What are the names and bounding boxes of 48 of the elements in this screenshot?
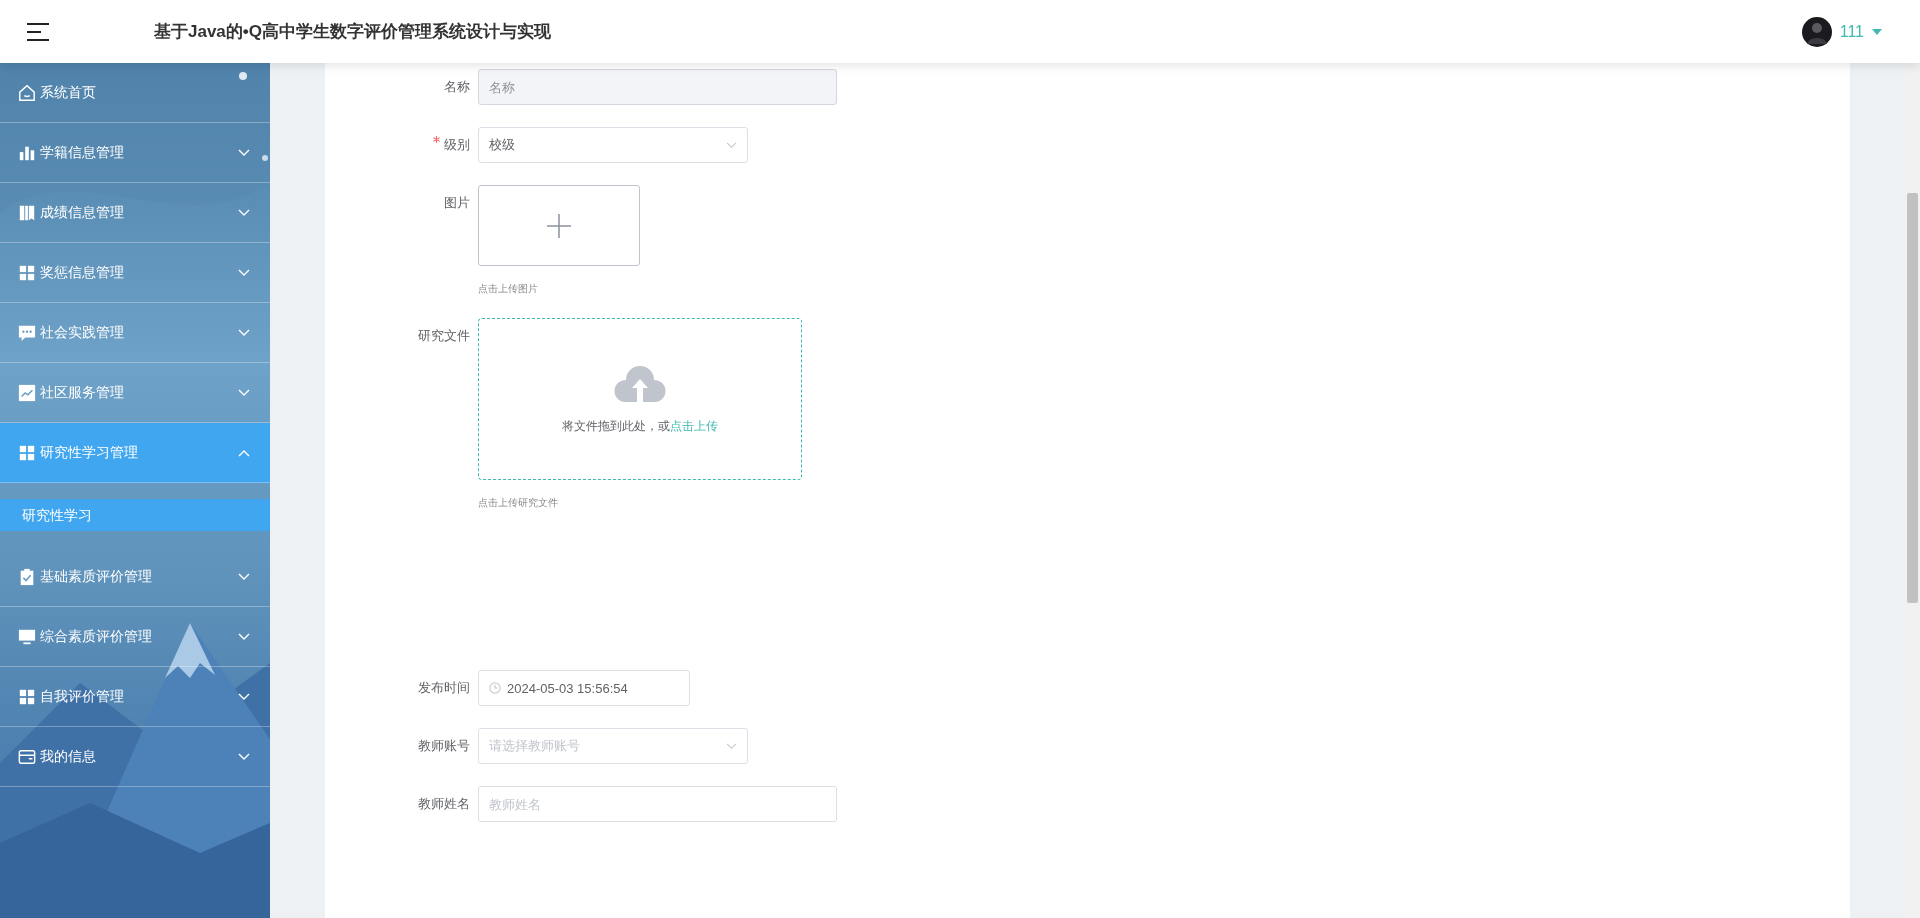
app-title: 基于Java的•Q高中学生数字评价管理系统设计与实现 (154, 21, 551, 43)
cloud-upload-icon (613, 363, 667, 404)
chevron-down-icon (238, 572, 250, 581)
caret-icon[interactable] (1872, 28, 1882, 35)
chevron-down-icon (238, 692, 250, 701)
upload-link[interactable]: 点击上传 (670, 418, 718, 433)
field-label: 级别 (444, 137, 470, 152)
upload-hint: 点击上传图片 (478, 282, 539, 296)
chevron-down-icon (238, 268, 250, 277)
image-upload-box[interactable] (478, 185, 640, 266)
select-field[interactable]: 请选择教师账号 (478, 728, 748, 764)
menu-icon[interactable] (26, 21, 50, 42)
wallet-icon (18, 747, 36, 766)
chevron-down-icon (238, 148, 250, 157)
sidebar-item[interactable]: 研究性学习管理 (0, 423, 270, 483)
field-label: 图片 (444, 195, 470, 210)
field-label: 研究文件 (418, 328, 470, 343)
chevron-down-icon (238, 208, 250, 217)
grid-icon (18, 687, 36, 706)
upload-hint: 点击上传研究文件 (478, 496, 559, 510)
file-drop-zone[interactable]: 将文件拖到此处，或点击上传 (478, 318, 802, 480)
chevron-up-icon (238, 448, 250, 457)
chevron-down-icon (726, 141, 737, 149)
grid-icon (18, 263, 36, 282)
avatar-icon[interactable] (1801, 16, 1832, 47)
sidebar-subitem[interactable]: 研究性学习 (0, 499, 270, 531)
field-label: 发布时间 (418, 680, 470, 695)
clipboard-icon (18, 567, 36, 586)
select-field[interactable]: 校级 (478, 127, 748, 163)
grid-icon (18, 443, 36, 462)
home-icon (18, 83, 36, 102)
chevron-down-icon (726, 742, 737, 750)
chevron-down-icon (238, 752, 250, 761)
field-label: 教师姓名 (418, 796, 470, 811)
chat-icon (18, 323, 36, 342)
plus-icon (547, 213, 571, 238)
chevron-down-icon (238, 328, 250, 337)
clock-icon (489, 682, 501, 694)
chevron-down-icon (238, 388, 250, 397)
datetime-field[interactable]: 2024-05-03 15:56:54 (478, 670, 690, 706)
field-label: 名称 (444, 79, 470, 94)
monitor-icon (18, 627, 36, 646)
user-name[interactable]: 111 (1839, 22, 1864, 41)
chevron-down-icon (238, 632, 250, 641)
drop-instruction: 将文件拖到此处，或点击上传 (562, 417, 718, 435)
field-label: 教师账号 (418, 738, 470, 753)
book-icon (18, 203, 36, 222)
text-field[interactable]: 教师姓名 (478, 786, 837, 822)
